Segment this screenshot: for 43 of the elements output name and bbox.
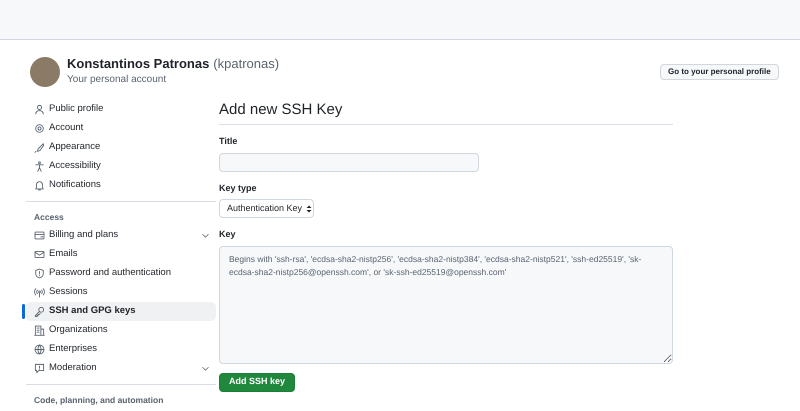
broadcast-icon (34, 287, 45, 298)
section-heading: Access (34, 210, 65, 224)
sidebar-item[interactable]: Public profile (26, 100, 216, 119)
field-label: Key type (219, 182, 258, 195)
profile-subtitle: Your personal account (67, 73, 168, 87)
field-label: Key (219, 228, 237, 241)
sidebar-item[interactable]: Password and authentication (26, 264, 216, 283)
sidebar-item[interactable]: Enterprises (26, 340, 216, 359)
add-ssh-key-button[interactable]: Add SSH key (219, 372, 296, 392)
profile-name: Konstantinos Patronas (67, 56, 210, 72)
selection-indicator (22, 304, 25, 319)
title-input[interactable] (219, 152, 479, 172)
sidebar-item[interactable]: Appearance (26, 138, 216, 157)
person-icon (34, 104, 45, 115)
chevron-down-icon (201, 231, 210, 240)
profile-button[interactable]: Go to your personal profile (660, 64, 779, 80)
sidebar-item[interactable]: Sessions (26, 283, 216, 302)
shield-icon (34, 268, 45, 279)
sidebar-item[interactable]: Notifications (26, 176, 216, 195)
profile-handle: (kpatronas) (213, 56, 280, 72)
brush-icon (34, 142, 45, 153)
key-textarea[interactable]: Begins with 'ssh-rsa', 'ecdsa-sha2-nistp256', 'ecdsa-sha2-nistp384', 'ecdsa-sha2-nistp521', 'ssh-ed25519', 'sk-ecdsa-sha2-nistp256@openssh.com', or 'sk-ssh-ed25519@openssh.com' (219, 246, 673, 364)
accessibility-icon (34, 161, 45, 172)
globe-icon (34, 344, 45, 355)
key-type-select[interactable]: Authentication Key (219, 199, 314, 218)
chevron-down-icon (201, 364, 210, 373)
building-icon (34, 325, 45, 336)
sidebar-item[interactable]: Accessibility (26, 157, 216, 176)
key-icon (34, 306, 45, 317)
section-heading: Code, planning, and automation (34, 394, 164, 407)
sidebar-item[interactable]: Emails (26, 245, 216, 264)
sidebar-item[interactable]: Account (26, 119, 216, 138)
speech-bubble-icon (34, 363, 45, 374)
sidebar-item[interactable]: Billing and plans (26, 226, 216, 245)
envelope-icon (34, 249, 45, 260)
field-label: Title (219, 135, 238, 148)
bell-icon (34, 180, 45, 191)
sidebar-item[interactable]: Organizations (26, 321, 216, 340)
avatar (30, 56, 60, 86)
sort-arrows-icon (306, 204, 312, 212)
card-icon (34, 230, 45, 241)
page-heading: Add new SSH Key (219, 100, 673, 125)
sidebar-item[interactable]: Moderation (26, 359, 216, 378)
